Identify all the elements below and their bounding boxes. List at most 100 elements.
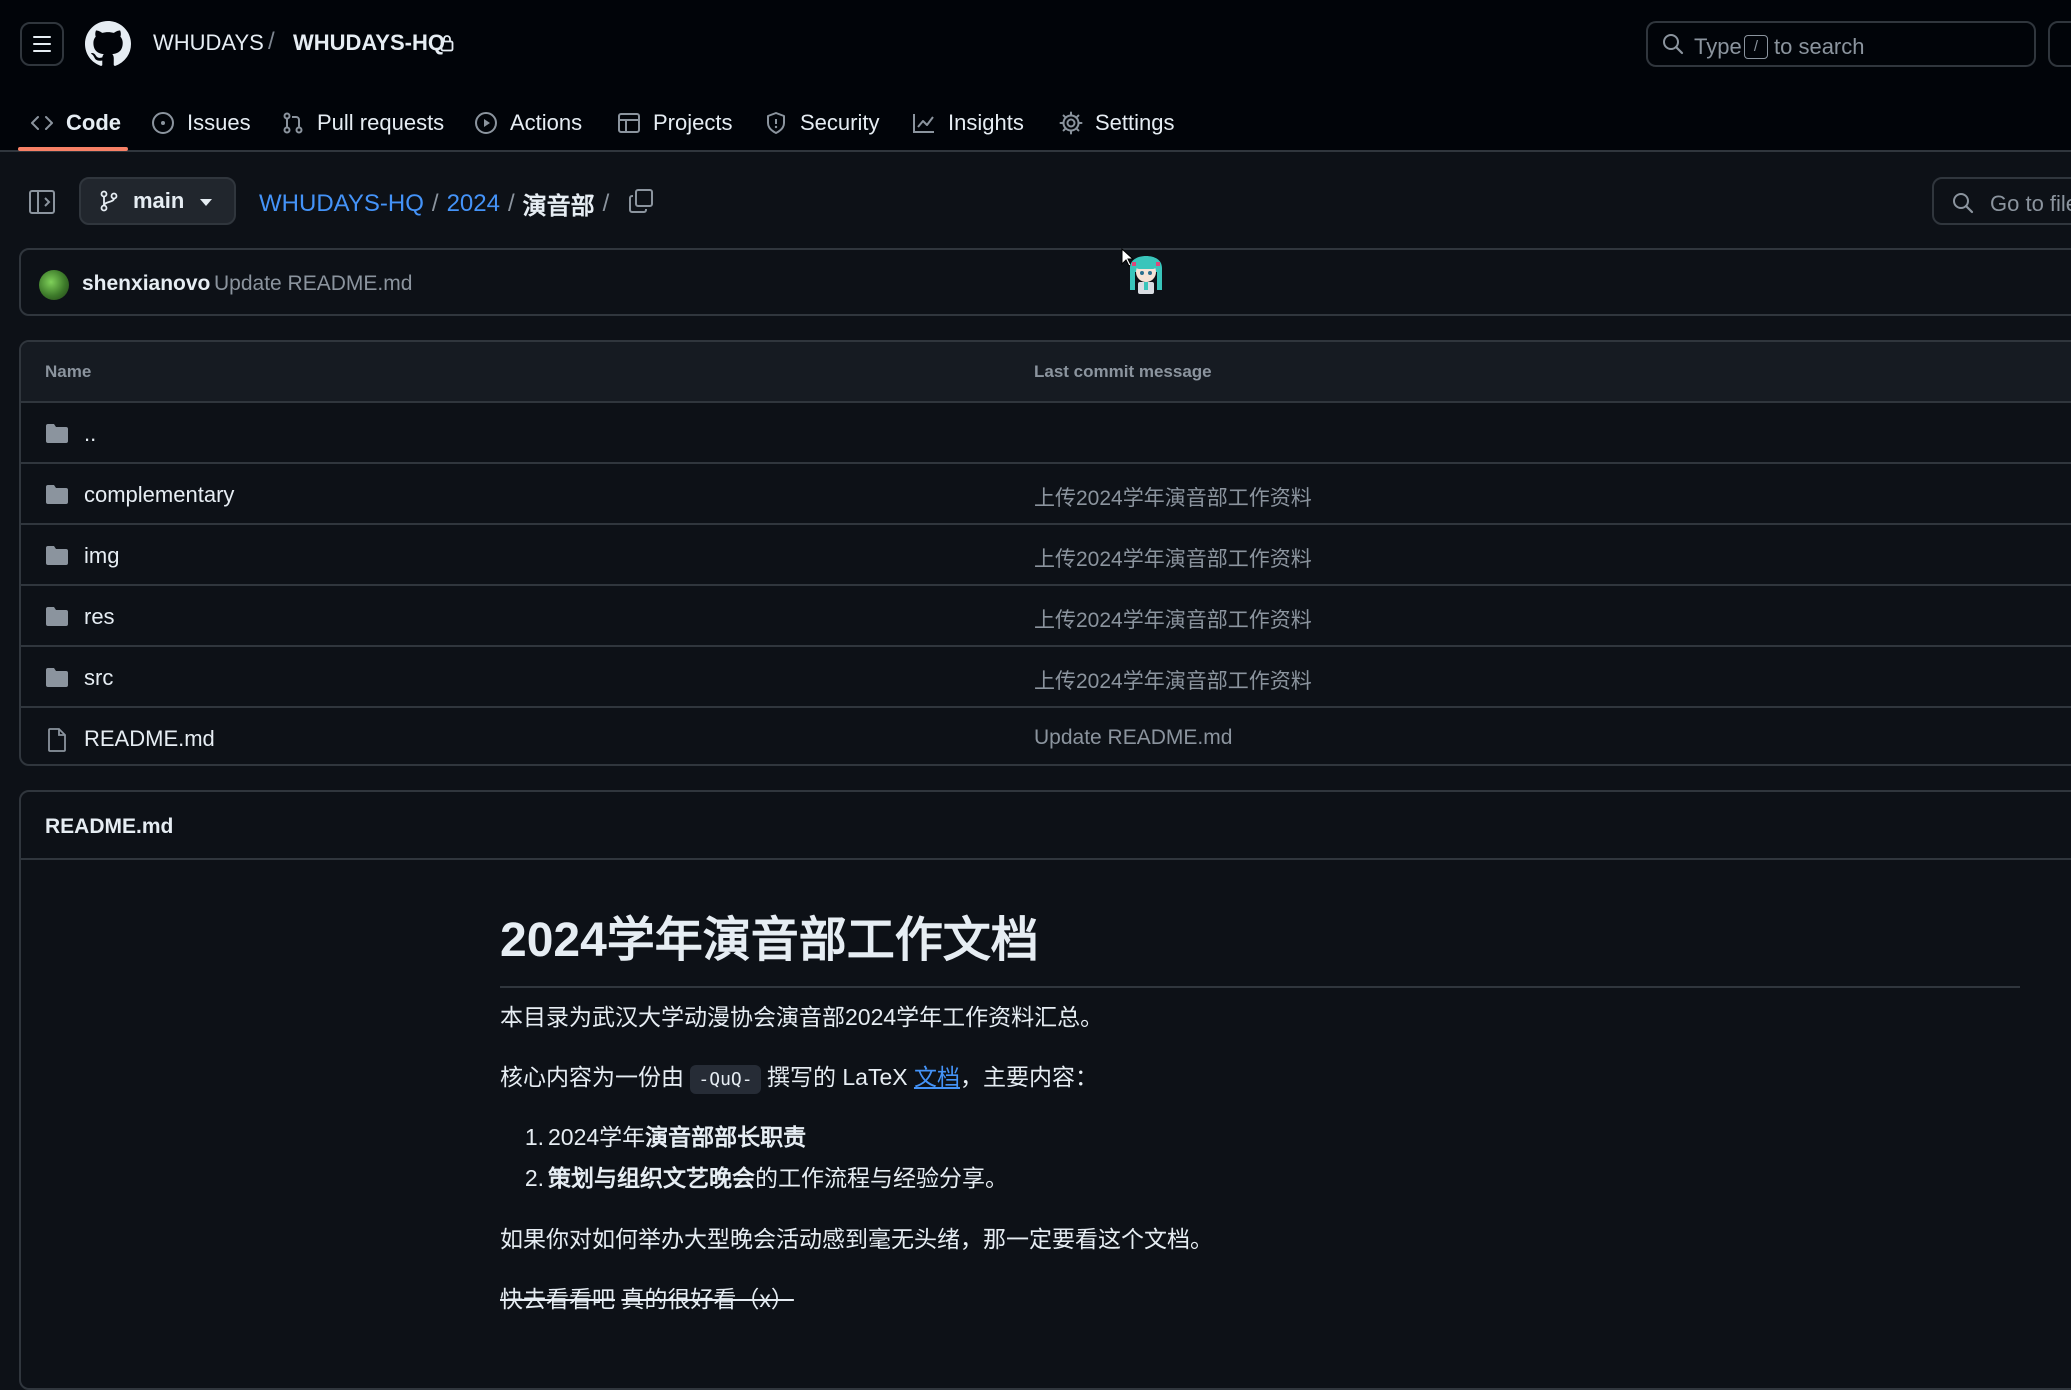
tab-label: Settings [1095, 110, 1175, 135]
hamburger-line [33, 36, 51, 38]
latest-commit-bar: shenxianovo Update README.md [19, 248, 2071, 316]
graph-icon [913, 114, 934, 133]
commit-message-link[interactable]: Update README.md [214, 272, 412, 296]
table-row[interactable]: README.md Update README.md [21, 708, 2071, 764]
table-row[interactable]: img 上传2024学年演音部工作资料 [21, 525, 2071, 586]
readme-paragraph: 快去看看吧 真的很好看（x） [500, 1280, 794, 1314]
copy-path-icon[interactable] [628, 188, 654, 214]
global-header: WHUDAYS / WHUDAYS-HQ Type / to search Co… [0, 0, 2071, 152]
strikethrough-text: 快去看看吧 [500, 1286, 615, 1312]
file-commit-message[interactable]: 上传2024学年演音部工作资料 [1034, 665, 1312, 695]
repo-owner-link[interactable]: WHUDAYS [153, 30, 264, 56]
paragraph-text: 核心内容为一份由 [500, 1064, 691, 1090]
branch-name: main [133, 188, 185, 213]
breadcrumb-root-link[interactable]: WHUDAYS-HQ [259, 190, 424, 218]
file-commit-message[interactable]: 上传2024学年演音部工作资料 [1034, 604, 1312, 634]
list-item: 2. 策划与组织文艺晚会的工作流程与经验分享。 [500, 1159, 1008, 1193]
folder-icon [46, 546, 68, 565]
tab-projects[interactable]: Projects [617, 96, 732, 150]
branch-selector[interactable]: main [79, 177, 236, 225]
readme-header: README.md [21, 792, 2071, 860]
tab-issues[interactable]: Issues [151, 96, 251, 150]
strikethrough-text: 真的很好看（x） [621, 1286, 794, 1312]
readme-paragraph: 本目录为武汉大学动漫协会演音部2024学年工作资料汇总。 [500, 1004, 1104, 1030]
table-icon [618, 113, 640, 133]
tab-code[interactable]: Code [30, 96, 121, 150]
readme-paragraph: 核心内容为一份由 -QuQ- 撰写的 LaTeX 文档，主要内容： [500, 1058, 1098, 1094]
file-name-link[interactable]: res [84, 604, 115, 630]
table-row-parent[interactable]: .. [21, 403, 2071, 464]
file-name-link[interactable]: src [84, 665, 113, 691]
file-name-link[interactable]: .. [84, 421, 96, 447]
list-number: 1. [524, 1124, 544, 1150]
code-icon [31, 116, 53, 130]
readme-filename[interactable]: README.md [45, 815, 173, 839]
list-item: 1. 2024学年演音部部长职责 [500, 1118, 806, 1152]
search-placeholder-after: to search [1774, 34, 1865, 59]
file-commit-message[interactable]: 上传2024学年演音部工作资料 [1034, 543, 1312, 573]
file-commit-message[interactable]: Update README.md [1034, 726, 1232, 750]
tab-settings[interactable]: Settings [1059, 96, 1175, 150]
breadcrumb: WHUDAYS-HQ / 2024 / 演音部 / [259, 186, 609, 221]
tab-label: Insights [948, 110, 1024, 135]
tab-label: Security [800, 110, 880, 135]
avatar[interactable] [39, 270, 69, 300]
play-icon [475, 112, 497, 134]
repo-name-link[interactable]: WHUDAYS-HQ [293, 30, 445, 56]
global-search-input[interactable]: Type / to search [1646, 21, 2036, 67]
table-row[interactable]: complementary 上传2024学年演音部工作资料 [21, 464, 2071, 525]
tab-label: Projects [653, 110, 733, 135]
file-name-link[interactable]: complementary [84, 482, 234, 508]
shield-icon [767, 112, 785, 134]
go-to-file-placeholder: Go to file [1990, 191, 2071, 216]
file-table: Name Last commit message .. complementar… [19, 340, 2071, 766]
go-to-file-input[interactable]: Go to file [1932, 177, 2071, 225]
file-commit-message[interactable]: 上传2024学年演音部工作资料 [1034, 482, 1312, 512]
list-bold-text: 策划与组织文艺晚会 [548, 1165, 755, 1191]
menu-button[interactable] [20, 22, 64, 66]
folder-icon [46, 607, 68, 626]
table-row[interactable]: res 上传2024学年演音部工作资料 [21, 586, 2071, 647]
table-row[interactable]: src 上传2024学年演音部工作资料 [21, 647, 2071, 708]
readme-paragraph: 如果你对如何举办大型晚会活动感到毫无头绪，那一定要看这个文档。 [500, 1226, 1213, 1252]
copilot-button[interactable] [2048, 21, 2071, 67]
inline-code: -QuQ- [690, 1065, 761, 1094]
breadcrumb-year-link[interactable]: 2024 [447, 190, 500, 218]
tab-insights[interactable]: Insights [912, 96, 1024, 150]
search-shortcut-key: / [1744, 35, 1768, 59]
list-bold-text: 演音部部长职责 [645, 1124, 807, 1150]
commit-author-link[interactable]: shenxianovo [82, 272, 210, 296]
search-icon [1953, 193, 1974, 214]
folder-icon [46, 485, 68, 504]
file-table-header: Name Last commit message [21, 342, 2071, 403]
lock-icon [440, 35, 454, 52]
tab-security[interactable]: Security [764, 96, 879, 150]
file-icon [48, 728, 66, 752]
hamburger-line [33, 43, 51, 45]
search-icon [1663, 34, 1684, 55]
file-name-link[interactable]: img [84, 543, 119, 569]
git-branch-icon [100, 190, 118, 212]
tab-actions[interactable]: Actions [474, 96, 582, 150]
tab-label: Actions [510, 110, 583, 135]
tab-label: Pull requests [317, 110, 445, 135]
search-placeholder-before: Type [1694, 34, 1742, 59]
side-panel-toggle-icon[interactable] [28, 188, 56, 216]
list-number: 2. [524, 1165, 544, 1191]
git-pull-request-icon [283, 112, 303, 134]
document-link[interactable]: 文档 [914, 1064, 960, 1090]
paragraph-text: 撰写的 LaTeX [760, 1064, 914, 1090]
github-logo-icon[interactable] [85, 21, 131, 67]
file-name-link[interactable]: README.md [84, 726, 215, 752]
tab-pull-requests[interactable]: Pull requests [281, 96, 444, 150]
issue-opened-icon [152, 112, 174, 134]
breadcrumb-separator: / [602, 189, 610, 217]
readme-title: 2024学年演音部工作文档 [500, 900, 2020, 988]
paragraph-text: ，主要内容： [959, 1064, 1098, 1090]
breadcrumb-current: 演音部 [522, 193, 595, 220]
folder-icon [46, 424, 68, 443]
breadcrumb-separator: / [431, 189, 439, 217]
folder-icon [46, 668, 68, 687]
tab-label: Issues [187, 110, 251, 135]
anime-character-sticker-icon [1130, 256, 1162, 294]
